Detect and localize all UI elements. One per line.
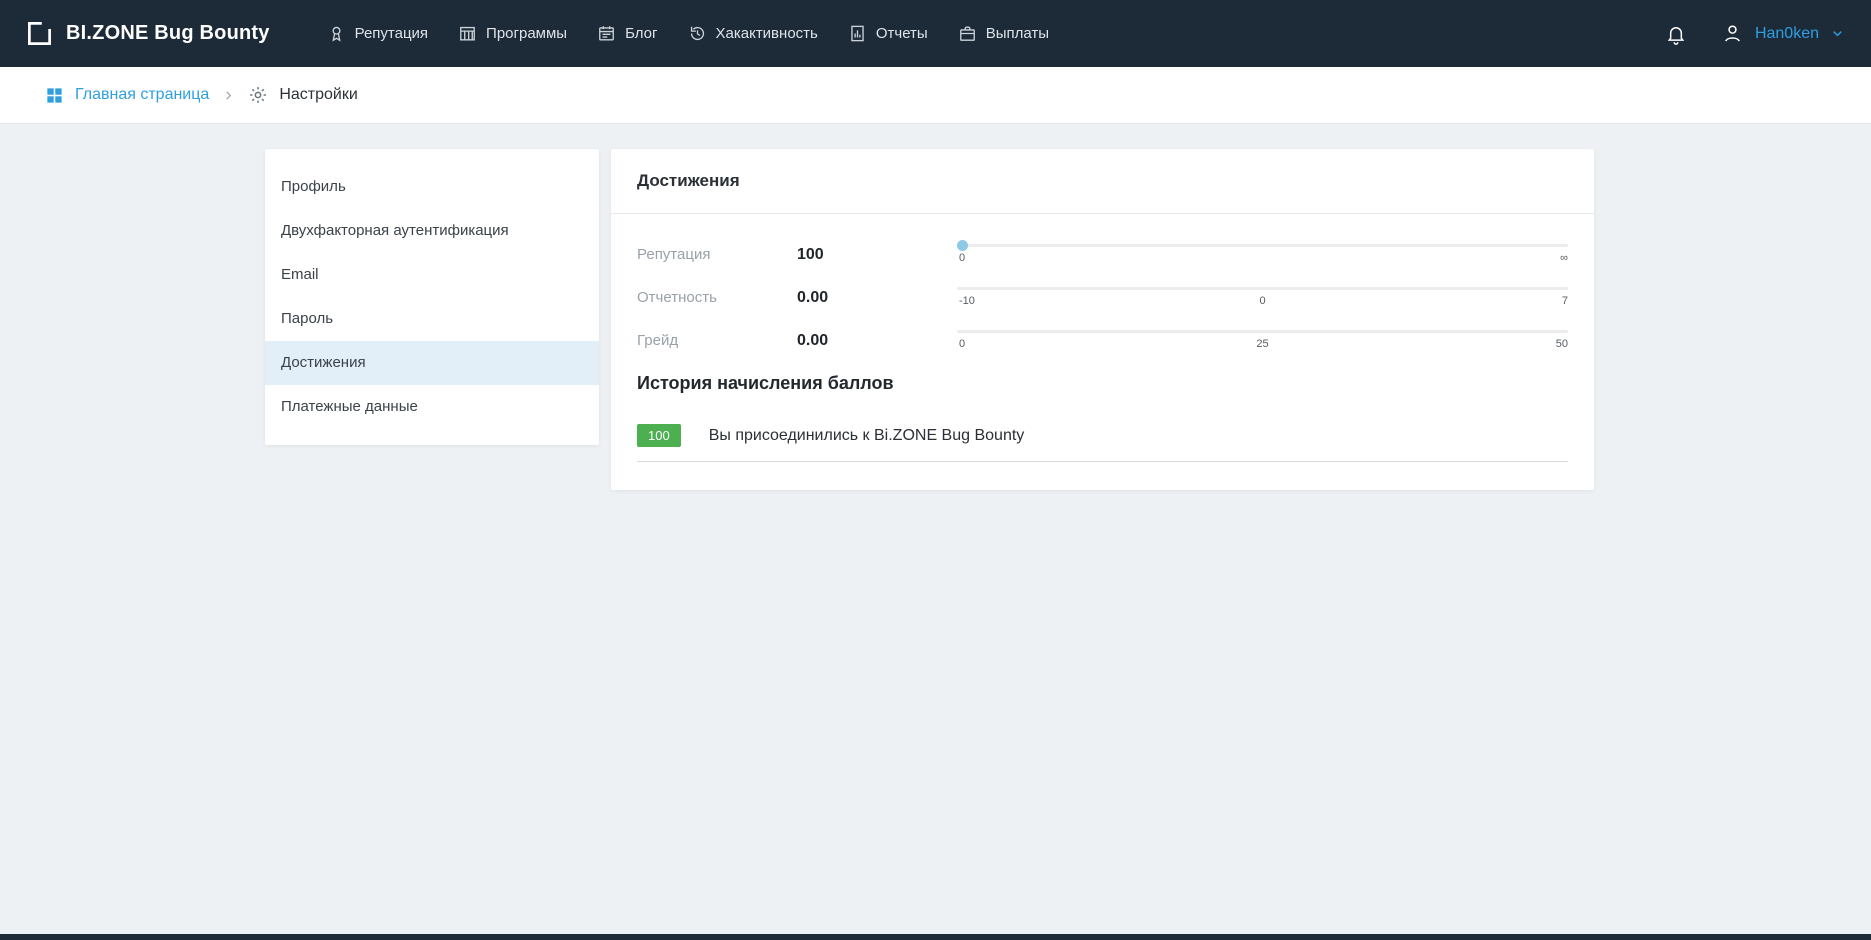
username-label: Han0ken <box>1755 25 1819 43</box>
scale-min: -10 <box>959 295 975 307</box>
nav-item-programs[interactable]: Программы <box>443 0 582 67</box>
nav-label: Отчеты <box>876 25 928 42</box>
history-title: История начисления баллов <box>637 373 1568 394</box>
topbar-right: Han0ken <box>1665 22 1845 45</box>
nav-item-reputation[interactable]: Репутация <box>312 0 443 67</box>
main-nav: Репутация Программы Блог <box>312 0 1064 67</box>
topbar: BI.ZONE Bug Bounty Репутация Программы <box>0 0 1871 67</box>
sidebar-item-achievements[interactable]: Достижения <box>265 341 599 385</box>
nav-label: Выплаты <box>986 25 1049 42</box>
hackactivity-icon <box>688 24 707 43</box>
history-item: 100 Вы присоединились к Bi.ZONE Bug Boun… <box>637 424 1568 462</box>
sidebar-item-profile[interactable]: Профиль <box>265 165 599 209</box>
sidebar-item-payment-details[interactable]: Платежные данные <box>265 385 599 429</box>
scale-mid: 25 <box>1256 338 1268 350</box>
sidebar-item-password[interactable]: Пароль <box>265 297 599 341</box>
history-text: Вы присоединились к Bi.ZONE Bug Bounty <box>709 427 1025 445</box>
nav-item-blog[interactable]: Блог <box>582 0 672 67</box>
brand-logo[interactable]: BI.ZONE Bug Bounty <box>26 20 270 47</box>
settings-sidebar: Профиль Двухфакторная аутентификация Ema… <box>265 149 599 445</box>
nav-item-payouts[interactable]: Выплаты <box>943 0 1064 67</box>
reporting-slider: -10 0 7 <box>957 287 1568 308</box>
scale-max: 7 <box>1562 295 1568 307</box>
scale-min: 0 <box>959 338 965 350</box>
metric-row-reporting: Отчетность 0.00 -10 0 7 <box>637 287 1568 308</box>
metric-row-grade: Грейд 0.00 0 25 50 <box>637 330 1568 351</box>
metric-label: Грейд <box>637 332 797 349</box>
nav-label: Программы <box>486 25 567 42</box>
bizone-logo-icon <box>26 20 53 47</box>
metric-value: 0.00 <box>797 332 957 350</box>
panel-body: Репутация 100 0 ∞ Отчетность 0.00 <box>611 214 1594 490</box>
slider-dot <box>957 240 968 251</box>
nav-label: Хакактивность <box>716 25 818 42</box>
nav-label: Блог <box>625 25 657 42</box>
user-icon <box>1721 22 1744 45</box>
brand-title: BI.ZONE Bug Bounty <box>66 22 270 45</box>
metric-value: 0.00 <box>797 289 957 307</box>
scale-min: 0 <box>959 252 965 264</box>
scale-max: 50 <box>1556 338 1568 350</box>
breadcrumb-current: Настройки <box>248 85 357 105</box>
nav-item-reports[interactable]: Отчеты <box>833 0 943 67</box>
sidebar-item-email[interactable]: Email <box>265 253 599 297</box>
achievements-panel: Достижения Репутация 100 0 ∞ Отчетн <box>611 149 1594 490</box>
nav-item-hackactivity[interactable]: Хакактивность <box>673 0 833 67</box>
user-menu[interactable]: Han0ken <box>1721 22 1845 45</box>
breadcrumb-chevron-icon <box>223 90 234 101</box>
slider-labels: -10 0 7 <box>957 295 1568 308</box>
gear-icon <box>248 85 268 105</box>
footer-strip <box>0 934 1871 940</box>
nav-label: Репутация <box>355 25 428 42</box>
points-badge: 100 <box>637 424 681 447</box>
reputation-slider: 0 ∞ <box>957 244 1568 265</box>
slider-track <box>957 330 1568 333</box>
slider-labels: 0 ∞ <box>957 252 1568 265</box>
reports-icon <box>848 24 867 43</box>
payouts-icon <box>958 24 977 43</box>
scale-max: ∞ <box>1560 252 1568 264</box>
grade-slider: 0 25 50 <box>957 330 1568 351</box>
slider-track <box>957 244 1568 247</box>
chevron-down-icon <box>1830 26 1845 41</box>
breadcrumb-home-label: Главная страница <box>75 86 209 104</box>
page-content: Профиль Двухфакторная аутентификация Ema… <box>0 124 1871 490</box>
notifications-button[interactable] <box>1665 23 1687 45</box>
bell-icon <box>1665 23 1687 45</box>
scale-mid: 0 <box>1259 295 1265 307</box>
sidebar-item-2fa[interactable]: Двухфакторная аутентификация <box>265 209 599 253</box>
programs-icon <box>458 24 477 43</box>
dashboard-grid-icon <box>45 86 64 105</box>
breadcrumb: Главная страница Настройки <box>0 67 1871 124</box>
metric-label: Репутация <box>637 246 797 263</box>
metric-label: Отчетность <box>637 289 797 306</box>
slider-track <box>957 287 1568 290</box>
breadcrumb-home-link[interactable]: Главная страница <box>45 86 209 105</box>
slider-labels: 0 25 50 <box>957 338 1568 351</box>
panel-title: Достижения <box>611 149 1594 214</box>
metric-value: 100 <box>797 246 957 264</box>
reputation-icon <box>327 24 346 43</box>
breadcrumb-current-label: Настройки <box>279 86 357 104</box>
metric-row-reputation: Репутация 100 0 ∞ <box>637 244 1568 265</box>
blog-icon <box>597 24 616 43</box>
